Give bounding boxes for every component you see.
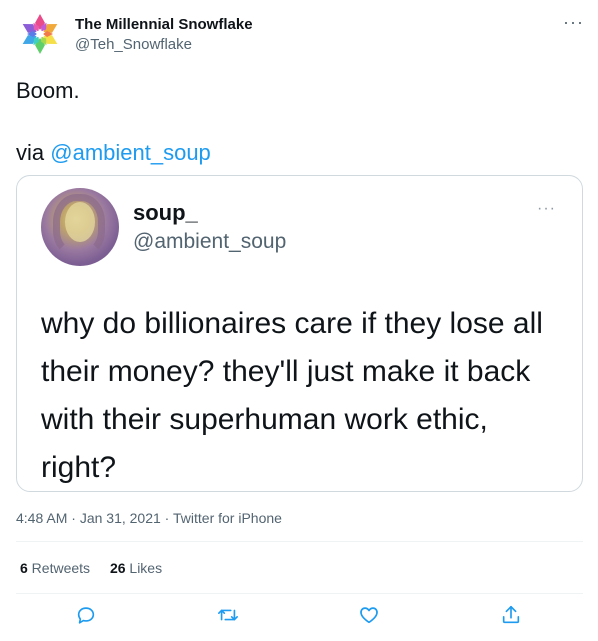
quoted-tweet-card[interactable]: soup_ @ambient_soup ··· why do billionai… <box>16 175 583 492</box>
divider <box>16 593 583 594</box>
meta-separator: · <box>67 510 80 526</box>
retweets-stat[interactable]: 6 Retweets <box>20 560 90 576</box>
tweet-time[interactable]: 4:48 AM <box>16 510 67 526</box>
divider <box>16 541 583 542</box>
reply-icon[interactable] <box>75 604 99 628</box>
quoted-more-icon: ··· <box>537 200 556 217</box>
tweet-line-2: via @ambient_soup <box>16 138 211 168</box>
more-icon[interactable]: ··· <box>563 12 584 33</box>
share-icon[interactable] <box>500 604 524 628</box>
likes-label: Likes <box>125 560 163 576</box>
quoted-tweet-text: why do billionaires care if they lose al… <box>41 307 543 484</box>
retweets-label: Retweets <box>27 560 91 576</box>
author-name[interactable]: The Millennial Snowflake <box>75 16 253 33</box>
snowflake-icon[interactable] <box>18 12 62 56</box>
tweet-text: Boom. via @ambient_soup <box>16 76 211 168</box>
action-bar <box>0 604 598 632</box>
via-prefix: via <box>16 140 51 165</box>
tweet-source[interactable]: Twitter for iPhone <box>173 510 282 526</box>
quoted-avatar[interactable] <box>41 188 119 266</box>
mention-link[interactable]: @ambient_soup <box>50 140 211 165</box>
quoted-author-handle: @ambient_soup <box>133 230 287 253</box>
retweets-count: 6 <box>20 560 28 576</box>
likes-stat[interactable]: 26 Likes <box>110 560 162 576</box>
tweet-metadata: 4:48 AM · Jan 31, 2021 · Twitter for iPh… <box>16 510 282 526</box>
author-handle[interactable]: @Teh_Snowflake <box>75 36 192 53</box>
quoted-author-name: soup_ <box>133 200 198 225</box>
tweet-date[interactable]: Jan 31, 2021 <box>80 510 161 526</box>
likes-count: 26 <box>109 560 126 576</box>
meta-separator: · <box>160 510 173 526</box>
engagement-stats: 6 Retweets 26 Likes <box>20 560 162 576</box>
retweet-icon[interactable] <box>217 604 241 628</box>
tweet-line-1: Boom. <box>16 78 80 103</box>
heart-icon[interactable] <box>358 604 382 628</box>
avatar-face-shape <box>65 202 95 242</box>
tweet-header: The Millennial Snowflake @Teh_Snowflake … <box>14 10 584 60</box>
